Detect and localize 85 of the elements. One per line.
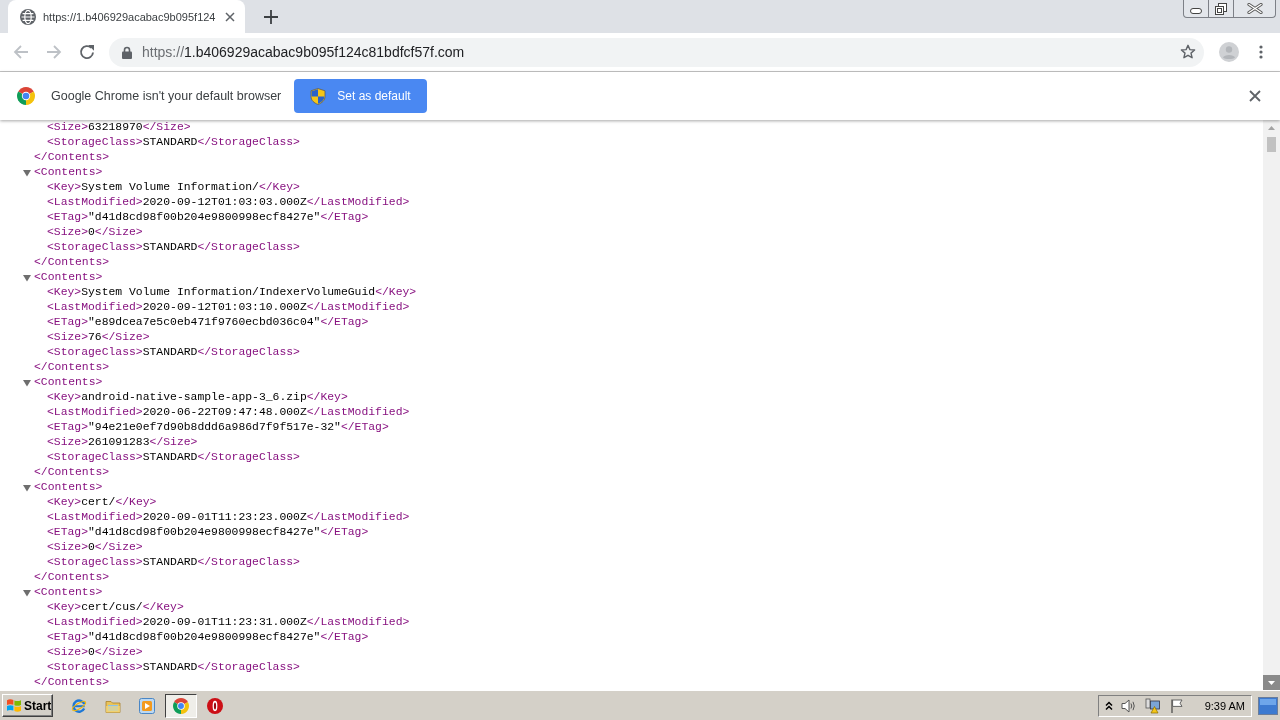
expand-triangle-icon[interactable]	[23, 168, 31, 177]
expand-triangle-icon[interactable]	[23, 588, 31, 597]
chrome-icon	[17, 87, 35, 105]
globe-icon	[20, 8, 36, 25]
restore-button[interactable]	[1209, 0, 1234, 18]
close-icon	[1246, 3, 1263, 14]
xml-line: <Size>0</Size>	[47, 540, 143, 555]
xml-tag: <Contents>	[34, 585, 103, 600]
xml-tag: </Contents>	[34, 360, 110, 375]
xml-tag: </Contents>	[34, 255, 110, 270]
close-window-button[interactable]	[1234, 0, 1276, 18]
restore-icon	[1215, 2, 1227, 15]
xml-line: <StorageClass>STANDARD</StorageClass>	[47, 135, 300, 150]
xml-line: <StorageClass>STANDARD</StorageClass>	[47, 660, 300, 675]
plus-icon	[264, 9, 278, 24]
start-flag-icon	[6, 698, 22, 713]
close-icon	[1249, 90, 1261, 102]
avatar-icon	[1219, 42, 1239, 62]
scroll-down-button[interactable]	[1263, 675, 1280, 690]
close-icon	[224, 10, 236, 23]
xml-line: <Key>cert/</Key>	[47, 495, 157, 510]
up-triangle-icon	[1268, 126, 1275, 130]
xml-line: <Size>0</Size>	[47, 645, 143, 660]
xml-line: <LastModified>2020-09-01T11:23:23.000Z</LastModified>	[47, 510, 410, 525]
xml-line: <Size>76</Size>	[47, 330, 150, 345]
xml-tag: </Contents>	[34, 465, 110, 480]
shield-icon	[310, 87, 327, 105]
xml-line: <StorageClass>STANDARD</StorageClass>	[47, 450, 300, 465]
xml-line: <LastModified>2020-09-01T11:23:31.000Z</LastModified>	[47, 615, 410, 630]
xml-line: <LastModified>2020-09-12T01:03:10.000Z</LastModified>	[47, 300, 410, 315]
xml-line: <Key>System Volume Information/</Key>	[47, 180, 300, 195]
network-warning-icon[interactable]	[1144, 697, 1161, 714]
xml-line: <Key>System Volume Information/IndexerVolumeGuid</Key>	[47, 285, 417, 300]
xml-line: <ETag>"94e21e0ef7d90b8ddd6a986d7f9f517e-32"</ETag>	[47, 420, 389, 435]
new-tab-button[interactable]	[262, 7, 280, 26]
xml-line: <StorageClass>STANDARD</StorageClass>	[47, 240, 300, 255]
start-button[interactable]: Start	[2, 694, 53, 717]
xml-line: <ETag>"d41d8cd98f00b204e9800998ecf8427e"</ETag>	[47, 210, 369, 225]
xml-tag: </Contents>	[34, 675, 110, 690]
double-chevron-up-icon[interactable]	[1104, 700, 1113, 711]
infobar-message: Google Chrome isn't your default browser	[51, 89, 282, 103]
forward-arrow-icon	[46, 44, 62, 60]
xml-tag: <Contents>	[34, 165, 103, 180]
xml-line: <ETag>"d41d8cd98f00b204e9800998ecf8427e"</ETag>	[47, 630, 369, 645]
expand-triangle-icon[interactable]	[23, 483, 31, 492]
xml-line: <Size>63218970</Size>	[47, 120, 191, 135]
down-triangle-icon	[1268, 680, 1275, 685]
minimize-icon	[1190, 8, 1202, 14]
xml-line: <Size>0</Size>	[47, 225, 143, 240]
xml-tag: <Contents>	[34, 270, 103, 285]
chrome-icon	[173, 697, 189, 714]
minimize-button[interactable]	[1183, 0, 1209, 18]
xml-line: <Key>android-native-sample-app-3_6.zip</Key>	[47, 390, 348, 405]
xml-line: <Key>cert/cus/</Key>	[47, 600, 184, 615]
xml-line: <ETag>"e89dcea7e5c0eb471f9760ecbd036c04"</ETag>	[47, 315, 369, 330]
clock-text[interactable]: 9:39 AM	[1204, 699, 1245, 712]
xml-line: <LastModified>2020-06-22T09:47:48.000Z</LastModified>	[47, 405, 410, 420]
xml-line: <Size>261091283</Size>	[47, 435, 198, 450]
xml-tag: </Contents>	[34, 150, 110, 165]
e-logo-icon	[71, 697, 87, 714]
xml-line: <LastModified>2020-09-12T01:03:03.000Z</LastModified>	[47, 195, 410, 210]
bookmark-star-button[interactable]	[1180, 44, 1196, 60]
o-logo-icon	[207, 697, 223, 714]
xml-line: <StorageClass>STANDARD</StorageClass>	[47, 555, 300, 570]
address-field[interactable]: https://1.b406929acabac9b095f124c81bdfcf57f.com	[109, 37, 1204, 67]
show-desktop-icon[interactable]	[1258, 696, 1278, 715]
lock-icon	[122, 45, 132, 59]
more-vertical-icon	[1259, 45, 1263, 59]
taskbar-app-button[interactable]	[165, 693, 197, 718]
xml-tag: <Contents>	[34, 375, 103, 390]
expand-triangle-icon[interactable]	[23, 273, 31, 282]
close-infobar-button[interactable]	[1247, 88, 1263, 104]
xml-tag: <Contents>	[34, 480, 103, 495]
back-arrow-icon	[13, 44, 29, 60]
xml-line: <StorageClass>STANDARD</StorageClass>	[47, 345, 300, 360]
flag-icon[interactable]	[1168, 697, 1185, 714]
scroll-thumb[interactable]	[1267, 137, 1276, 152]
star-icon	[1180, 44, 1196, 60]
expand-triangle-icon[interactable]	[23, 378, 31, 387]
reload-icon	[79, 44, 95, 60]
browser-tab[interactable]: https://1.b406929acabac9b095f124	[8, 0, 245, 33]
speaker-icon[interactable]	[1120, 697, 1137, 714]
xml-line: <ETag>"d41d8cd98f00b204e9800998ecf8427e"</ETag>	[47, 525, 369, 540]
xml-tag: </Contents>	[34, 570, 110, 585]
media-play-icon	[139, 697, 155, 714]
